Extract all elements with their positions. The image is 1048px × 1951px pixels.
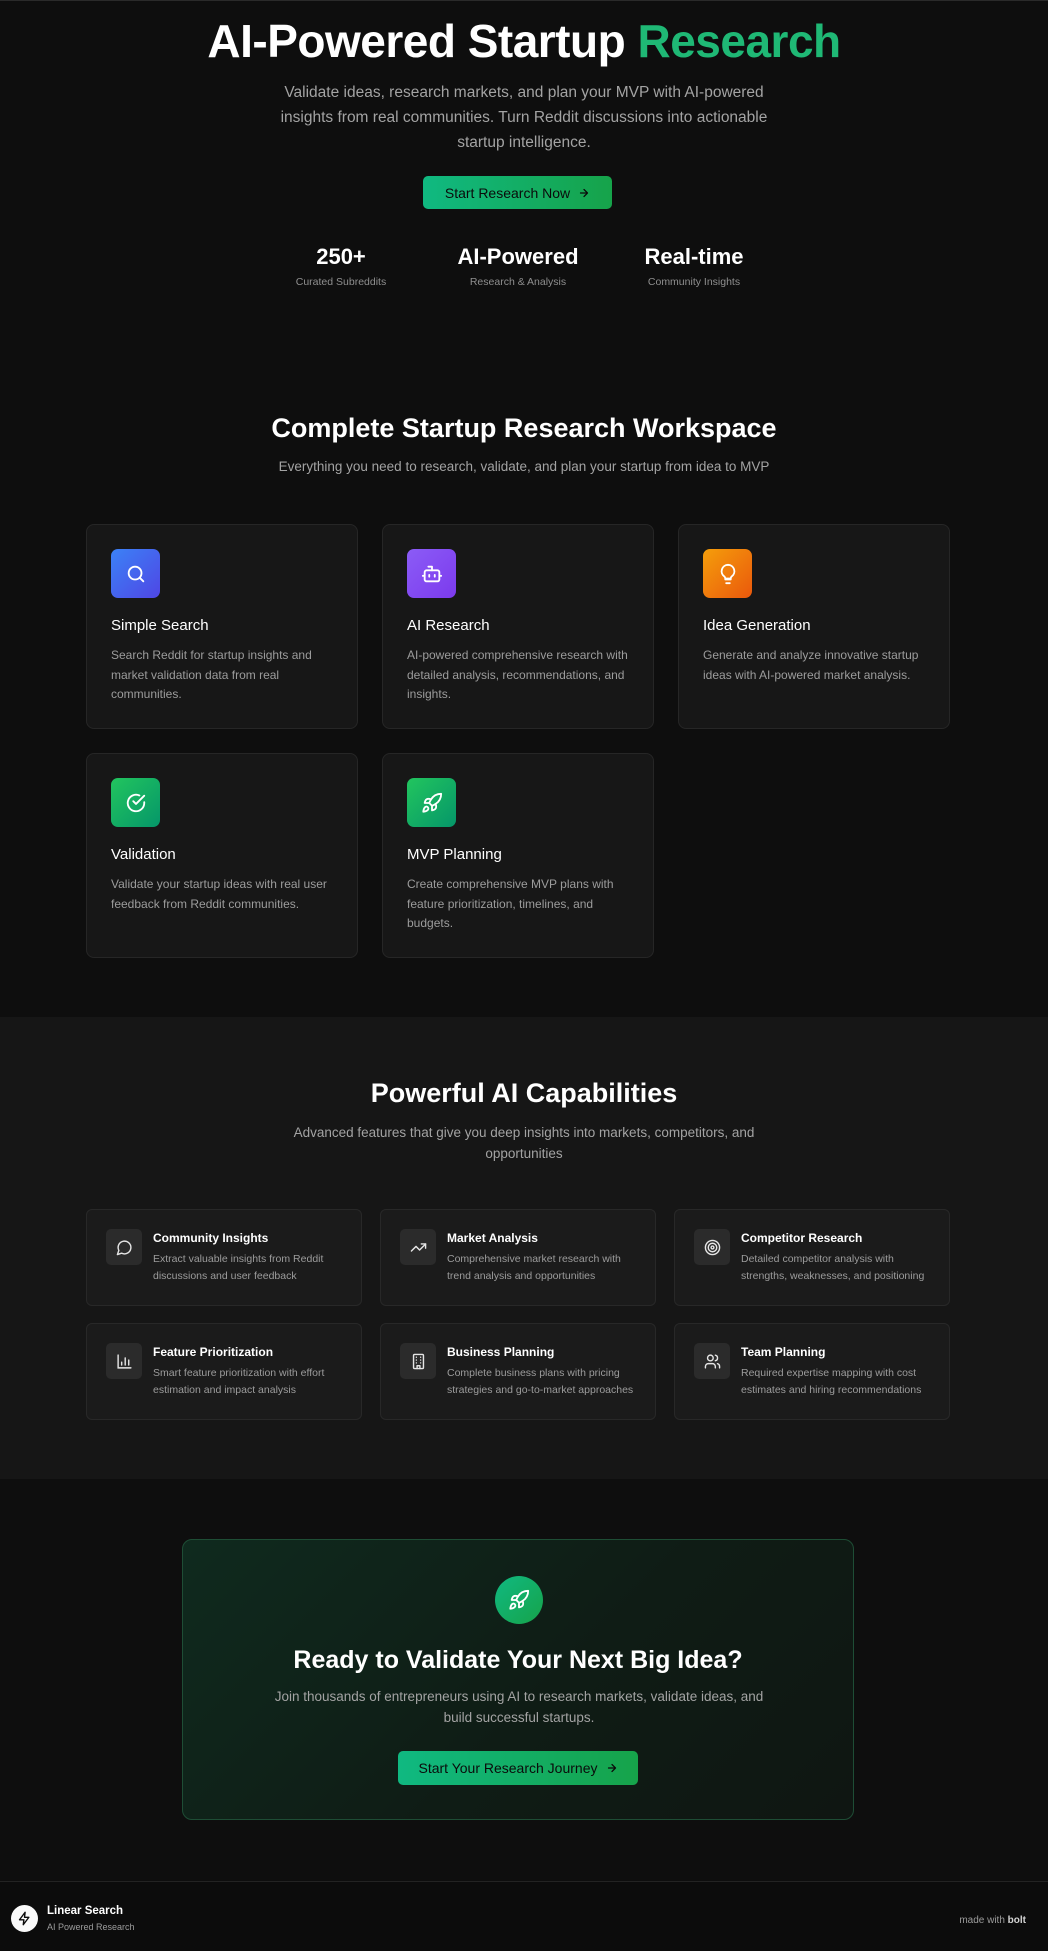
capability-description: Complete business plans with pricing str… — [447, 1367, 634, 1396]
trending-up-icon — [400, 1229, 436, 1265]
hero-title-main: AI-Powered Startup — [207, 15, 638, 67]
made-with-brand: bolt — [1007, 1915, 1026, 1926]
stat-value: AI-Powered — [457, 244, 579, 269]
stat-subreddits: 250+ Curated Subreddits — [251, 244, 431, 288]
cta-subtitle: Join thousands of entrepreneurs using AI… — [274, 1689, 764, 1725]
card-title: Idea Generation — [703, 617, 811, 634]
card-ai-research[interactable]: AI Research AI-powered comprehensive res… — [382, 524, 654, 729]
rocket-icon — [495, 1576, 543, 1624]
start-research-label: Start Research Now — [444, 184, 571, 201]
stat-realtime: Real-time Community Insights — [604, 244, 784, 288]
start-journey-label: Start Your Research Journey — [418, 1760, 598, 1776]
capabilities-title: Powerful AI Capabilities — [370, 1078, 678, 1108]
arrow-right-icon — [607, 1763, 616, 1773]
capability-description: Extract valuable insights from Reddit di… — [153, 1253, 324, 1282]
arrow-right-icon — [580, 188, 589, 197]
stat-label: Curated Subreddits — [295, 276, 387, 289]
footer: Linear Search AI Powered Research made w… — [0, 1881, 1048, 1951]
capability-description: Required expertise mapping with cost est… — [741, 1367, 922, 1396]
capability-title: Competitor Research — [741, 1231, 863, 1245]
capability-title: Community Insights — [153, 1231, 269, 1245]
card-title: Validation — [111, 846, 176, 863]
card-description: Search Reddit for startup insights and m… — [111, 648, 312, 701]
capability-competitor-research[interactable]: Competitor Research Detailed competitor … — [674, 1209, 950, 1306]
capability-market-analysis[interactable]: Market Analysis Comprehensive market res… — [380, 1209, 656, 1306]
card-simple-search[interactable]: Simple Search Search Reddit for startup … — [86, 524, 358, 729]
card-idea-generation[interactable]: Idea Generation Generate and analyze inn… — [678, 524, 950, 729]
cta-title: Ready to Validate Your Next Big Idea? — [293, 1646, 743, 1674]
hero-subtitle: Validate ideas, research markets, and pl… — [280, 84, 768, 151]
capability-description: Smart feature prioritization with effort… — [153, 1367, 325, 1396]
capability-team-planning[interactable]: Team Planning Required expertise mapping… — [674, 1323, 950, 1420]
rocket-icon — [407, 778, 456, 827]
stat-value: Real-time — [644, 244, 744, 269]
capability-title: Feature Prioritization — [153, 1345, 274, 1359]
card-title: AI Research — [407, 617, 490, 634]
lightbulb-icon — [703, 549, 752, 598]
capabilities-section: Powerful AI Capabilities Advanced featur… — [0, 1017, 1048, 1479]
capabilities-subtitle: Advanced features that give you deep ins… — [293, 1125, 755, 1161]
stat-value: 250+ — [316, 244, 366, 269]
check-circle-icon — [111, 778, 160, 827]
made-with-bolt-link[interactable]: made with bolt — [959, 1915, 1026, 1926]
card-description: Create comprehensive MVP plans with feat… — [407, 877, 614, 930]
capability-title: Team Planning — [741, 1345, 826, 1359]
users-icon — [694, 1343, 730, 1379]
start-journey-button[interactable]: Start Your Research Journey — [398, 1751, 638, 1785]
hero-section: AI-Powered Startup Research Validate ide… — [0, 0, 1048, 345]
hero-title-accent: Research — [637, 15, 841, 67]
capability-community-insights[interactable]: Community Insights Extract valuable insi… — [86, 1209, 362, 1306]
capability-description: Detailed competitor analysis with streng… — [741, 1253, 925, 1282]
capability-title: Market Analysis — [447, 1231, 538, 1245]
zap-icon[interactable] — [11, 1905, 38, 1932]
card-description: Generate and analyze innovative startup … — [703, 648, 919, 682]
capability-business-planning[interactable]: Business Planning Complete business plan… — [380, 1323, 656, 1420]
footer-brand[interactable]: Linear Search — [47, 1905, 123, 1917]
search-icon — [111, 549, 160, 598]
footer-tagline: AI Powered Research — [47, 1922, 135, 1932]
workspace-subtitle: Everything you need to research, validat… — [278, 459, 770, 474]
workspace-title: Complete Startup Research Workspace — [271, 413, 777, 443]
start-research-button[interactable]: Start Research Now — [423, 176, 612, 209]
cta-panel: Ready to Validate Your Next Big Idea? Jo… — [182, 1539, 854, 1820]
hero-title: AI-Powered Startup Research — [0, 16, 1048, 67]
target-icon — [694, 1229, 730, 1265]
card-validation[interactable]: Validation Validate your startup ideas w… — [86, 753, 358, 958]
card-description: Validate your startup ideas with real us… — [111, 877, 327, 911]
card-title: Simple Search — [111, 617, 209, 634]
capability-feature-prioritization[interactable]: Feature Prioritization Smart feature pri… — [86, 1323, 362, 1420]
capability-title: Business Planning — [447, 1345, 555, 1359]
capability-description: Comprehensive market research with trend… — [447, 1253, 621, 1282]
bar-chart-icon — [106, 1343, 142, 1379]
card-description: AI-powered comprehensive research with d… — [407, 648, 628, 701]
stat-label: Community Insights — [647, 276, 741, 289]
card-mvp-planning[interactable]: MVP Planning Create comprehensive MVP pl… — [382, 753, 654, 958]
bot-icon — [407, 549, 456, 598]
building-icon — [400, 1343, 436, 1379]
card-title: MVP Planning — [407, 846, 502, 863]
stat-ai-powered: AI-Powered Research & Analysis — [428, 244, 608, 288]
message-circle-icon — [106, 1229, 142, 1265]
stat-label: Research & Analysis — [469, 276, 567, 289]
made-with-prefix: made with — [959, 1915, 1008, 1926]
